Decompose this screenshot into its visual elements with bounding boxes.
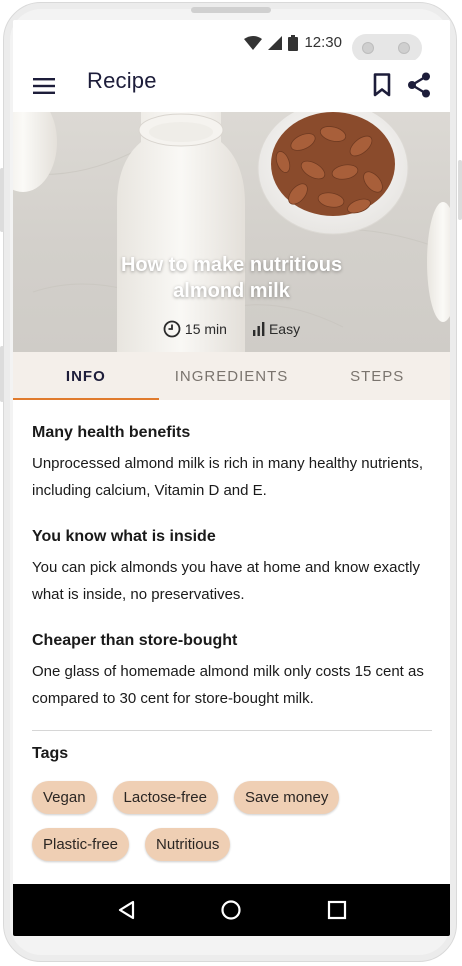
recipe-meta: 15 min Easy	[13, 320, 450, 338]
bookmark-button[interactable]	[369, 68, 395, 102]
share-button[interactable]	[403, 68, 435, 102]
status-bar: 12:30	[13, 20, 450, 62]
menu-icon	[33, 78, 55, 94]
info-content: Many health benefits Unprocessed almond …	[32, 400, 432, 861]
recipe-title-line-2: almond milk	[173, 280, 290, 302]
tags-label: Tags	[32, 745, 69, 762]
tag-chip-vegan[interactable]: Vegan	[32, 781, 97, 814]
difficulty-text: Easy	[268, 321, 301, 337]
wifi-icon	[244, 35, 263, 50]
divider	[32, 730, 432, 731]
section-body: One glass of homemade almond milk only c…	[32, 663, 424, 707]
system-nav-bar	[13, 884, 450, 936]
section-heading: Many health benefits	[32, 424, 191, 441]
app-bar: Recipe	[13, 60, 450, 112]
tag-chip-nutritious[interactable]: Nutritious	[145, 828, 231, 861]
difficulty: Easy	[252, 320, 301, 338]
home-icon	[221, 900, 242, 920]
clock-icon	[163, 320, 181, 338]
back-icon	[118, 900, 134, 920]
section-heading: You know what is inside	[32, 528, 216, 545]
duration-text: 15 min	[184, 321, 227, 337]
camera-notch	[352, 34, 422, 62]
signal-icon	[268, 35, 283, 50]
section-know-inside: You know what is inside You can pick alm…	[32, 528, 432, 608]
section-health-benefits: Many health benefits Unprocessed almond …	[32, 424, 432, 504]
earpiece	[191, 7, 271, 13]
tab-info[interactable]: INFO	[13, 352, 159, 400]
tab-ingredients[interactable]: INGREDIENTS	[159, 352, 305, 400]
section-body: You can pick almonds you have at home an…	[32, 559, 421, 603]
volume-button	[0, 168, 4, 232]
page-title: Recipe	[87, 68, 157, 93]
side-button-right	[458, 160, 462, 220]
hero-image: How to make nutritious almond milk 15 mi…	[13, 112, 450, 352]
power-button	[0, 346, 4, 402]
back-button[interactable]	[111, 895, 141, 925]
bars-icon	[252, 322, 265, 336]
tag-chips: Vegan Lactose-free Save money Plastic-fr…	[32, 781, 432, 861]
tab-steps[interactable]: STEPS	[304, 352, 450, 400]
recents-icon	[328, 900, 347, 920]
tag-chip-lactose-free[interactable]: Lactose-free	[112, 781, 218, 814]
section-cheaper: Cheaper than store-bought One glass of h…	[32, 632, 432, 712]
section-heading: Cheaper than store-bought	[32, 632, 238, 649]
menu-button[interactable]	[29, 72, 59, 100]
status-icons: 12:30	[244, 34, 342, 51]
tag-chip-plastic-free[interactable]: Plastic-free	[32, 828, 130, 861]
battery-icon	[288, 34, 299, 51]
recipe-title: How to make nutritious almond milk	[13, 252, 450, 304]
duration: 15 min	[163, 320, 227, 338]
tab-bar: INFO INGREDIENTS STEPS	[13, 352, 450, 400]
recipe-title-line-1: How to make nutritious	[120, 254, 343, 276]
home-button[interactable]	[216, 895, 246, 925]
tag-chip-save-money[interactable]: Save money	[233, 781, 340, 814]
recents-button[interactable]	[322, 895, 352, 925]
section-body: Unprocessed almond milk is rich in many …	[32, 455, 424, 499]
screen: 12:30 Recipe How to make nutritious almo…	[13, 20, 450, 936]
almond-milk-photo	[13, 112, 450, 352]
share-icon	[408, 72, 430, 98]
status-time: 12:30	[304, 34, 342, 51]
bookmark-icon	[373, 73, 391, 97]
